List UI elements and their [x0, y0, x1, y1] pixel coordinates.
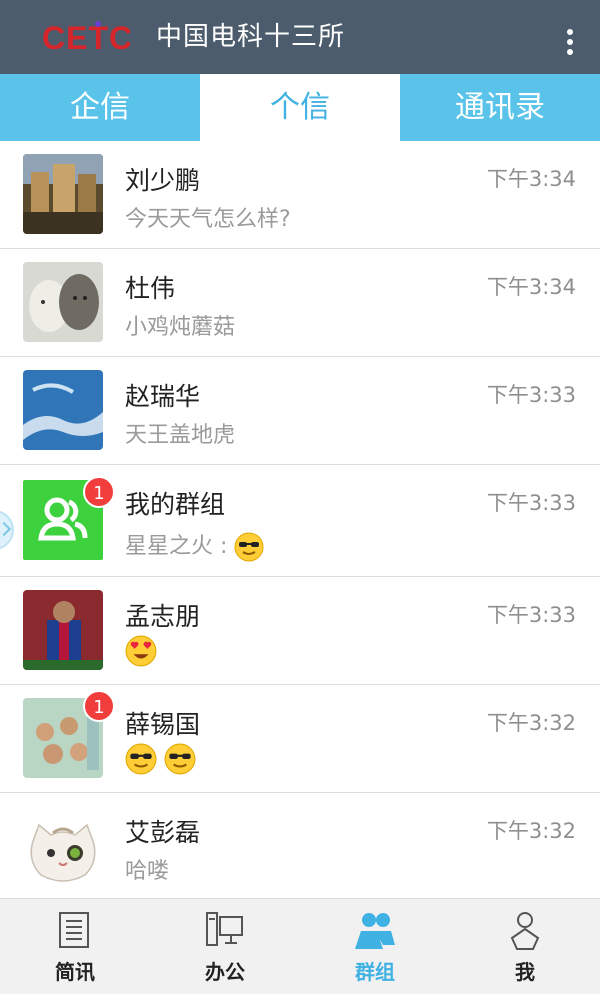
nav-messages[interactable]: 简讯 — [0, 899, 150, 994]
message-time: 下午3:34 — [486, 167, 576, 191]
top-tabs: 企信 个信 通讯录 — [0, 74, 600, 141]
avatar[interactable] — [23, 811, 103, 891]
contact-name: 杜伟 — [125, 274, 176, 303]
tab-contacts[interactable]: 通讯录 — [400, 74, 600, 141]
list-item[interactable]: 艾彭磊 哈喽 下午3:32 — [0, 793, 600, 898]
nav-label: 我 — [515, 960, 535, 984]
bottom-navigation: 简讯 办公 群组 我 — [0, 898, 600, 994]
message-time: 下午3:32 — [486, 711, 576, 735]
message-preview: 小鸡炖蘑菇 — [125, 315, 236, 340]
message-preview: 今天天气怎么样? — [125, 207, 291, 232]
heart-eyes-emoji-icon — [125, 635, 157, 667]
sunglasses-emoji-icon — [164, 743, 196, 775]
avatar[interactable] — [23, 154, 103, 234]
nav-label: 群组 — [355, 960, 395, 984]
unread-badge: 1 — [83, 476, 115, 508]
list-item[interactable]: 1 薛锡国 下午3:32 — [0, 685, 600, 793]
contact-name: 艾彭磊 — [125, 818, 201, 847]
nav-label: 办公 — [205, 960, 245, 984]
message-time: 下午3:33 — [486, 491, 576, 515]
unread-badge: 1 — [83, 690, 115, 722]
avatar[interactable] — [23, 262, 103, 342]
avatar[interactable] — [23, 590, 103, 670]
list-item[interactable]: 杜伟 小鸡炖蘑菇 下午3:34 — [0, 249, 600, 357]
svg-text:CETC: CETC — [42, 20, 130, 56]
list-item[interactable]: 赵瑞华 天王盖地虎 下午3:33 — [0, 357, 600, 465]
person-icon — [510, 912, 540, 950]
tab-personal-message[interactable]: 个信 — [200, 74, 400, 141]
nav-me[interactable]: 我 — [450, 899, 600, 994]
message-preview: 天王盖地虎 — [125, 423, 236, 448]
contact-name: 我的群组 — [125, 490, 226, 519]
message-time: 下午3:34 — [486, 275, 576, 299]
sunglasses-emoji-icon — [125, 743, 157, 775]
message-time: 下午3:33 — [486, 603, 576, 627]
conversation-list: 刘少鹏 今天天气怎么样? 下午3:34 杜伟 小鸡炖蘑菇 下午3:34 赵瑞华 … — [0, 141, 600, 898]
message-preview: 哈喽 — [125, 859, 170, 884]
message-preview — [125, 635, 157, 667]
contact-name: 刘少鹏 — [125, 166, 201, 195]
sunglasses-emoji-icon — [234, 532, 264, 562]
message-preview: 星星之火 : — [125, 528, 264, 562]
computer-icon — [206, 912, 243, 946]
nav-label: 简讯 — [55, 960, 95, 984]
contact-name: 孟志朋 — [125, 602, 201, 631]
more-vertical-icon — [567, 39, 573, 45]
list-item[interactable]: 孟志朋 下午3:33 — [0, 577, 600, 685]
more-vertical-icon — [567, 49, 573, 55]
avatar[interactable] — [23, 370, 103, 450]
more-vertical-icon — [567, 29, 573, 35]
document-icon — [59, 912, 89, 948]
list-item[interactable]: 1 我的群组 星星之火 : 下午3:33 — [0, 465, 600, 577]
contact-name: 赵瑞华 — [125, 382, 201, 411]
more-options-button[interactable] — [560, 22, 580, 62]
app-header: CETC 中国电科十三所 — [0, 0, 600, 74]
tab-company-message[interactable]: 企信 — [0, 74, 200, 141]
message-preview — [125, 743, 196, 775]
cetc-logo: CETC — [42, 20, 130, 56]
app-title: 中国电科十三所 — [156, 22, 346, 52]
group-people-icon — [355, 913, 395, 949]
message-time: 下午3:33 — [486, 383, 576, 407]
contact-name: 薛锡国 — [125, 710, 201, 739]
message-preview-text: 星星之火 : — [125, 534, 228, 559]
list-item[interactable]: 刘少鹏 今天天气怎么样? 下午3:34 — [0, 141, 600, 249]
nav-groups[interactable]: 群组 — [300, 899, 450, 994]
message-time: 下午3:32 — [486, 819, 576, 843]
nav-office[interactable]: 办公 — [150, 899, 300, 994]
